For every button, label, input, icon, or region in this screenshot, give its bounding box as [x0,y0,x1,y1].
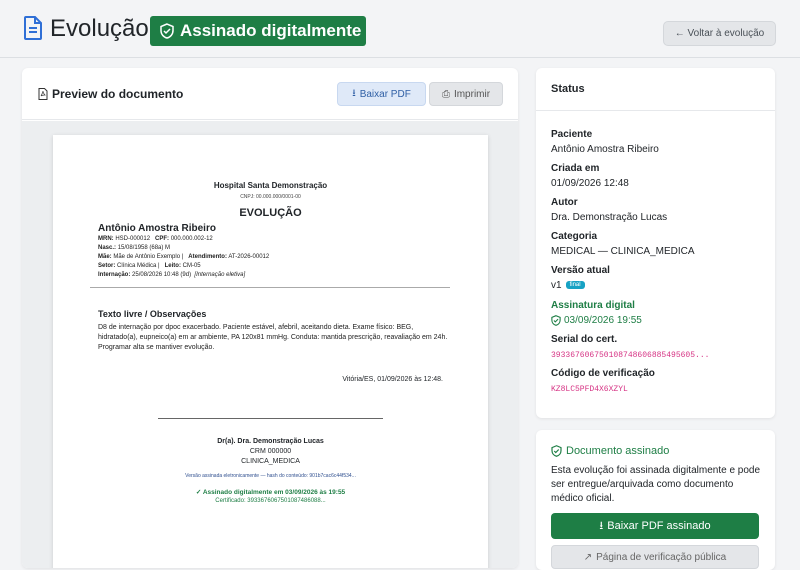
status-categoria: MEDICAL — CLINICA_MEDICA [551,246,695,257]
signed-document-card: Documento assinado Esta evolução foi ass… [536,430,775,570]
pdf-file-icon [38,87,48,100]
signed-card-title: Documento assinado [551,445,669,457]
doc-hospital: Hospital Santa Demonstração [213,181,328,190]
public-verification-label: Página de verificação pública [596,551,727,563]
status-autor: Dra. Demonstração Lucas [551,212,668,223]
doc-divider [90,287,450,288]
doc-signed-line: ✓ Assinado digitalmente em 03/09/2026 às… [195,489,346,496]
public-verification-button[interactable]: ↗ Página de verificação pública [551,545,759,569]
download-signed-pdf-button[interactable]: ⭳ Baixar PDF assinado [551,513,759,539]
signed-badge: Assinado digitalmente [150,16,366,46]
doc-signature-line [158,418,383,419]
doc-patient: Antônio Amostra Ribeiro [98,223,216,234]
preview-title: Preview do documento [52,86,184,101]
doc-crm: CRM 000000 [249,448,292,455]
doc-line-nasc: Nasc.: 15/08/1958 (68a) M [98,245,171,251]
preview-card: Preview do documento ⭳ Baixar PDF ⎙ Impr… [22,68,518,568]
preview-header: Preview do documento ⭳ Baixar PDF ⎙ Impr… [22,68,518,120]
status-title: Status [536,68,775,111]
shield-check-icon [160,23,174,39]
status-criada-label: Criada em [551,163,600,174]
doc-line-mae: Mãe: Mãe de Antônio Exemplo | Atendiment… [98,254,270,260]
doc-date-line: Vitória/ES, 01/09/2026 às 12:48. [342,376,443,383]
doc-specialty: CLINICA_MEDICA [241,458,300,465]
external-link-icon: ↗ [583,551,593,563]
status-codigo: KZ8LC5PFD4X6XZYL [551,385,628,394]
doc-cert-line: Certificado: 3933676067501087486088... [215,498,326,504]
status-codigo-label: Código de verificação [551,368,655,379]
signed-badge-label: Assinado digitalmente [180,21,362,40]
status-versao: v1 final [551,280,585,291]
download-signed-pdf-label: Baixar PDF assinado [607,520,711,532]
back-button[interactable]: ← Voltar à evolução [663,21,776,46]
preview-viewport[interactable]: Hospital Santa Demonstração CNPJ: 00.000… [22,121,518,568]
status-serial: 393367606750108748606885495605... [551,351,710,360]
download-icon: ⭳ [352,87,356,99]
status-paciente-label: Paciente [551,129,593,140]
page-header: Evolução Assinado digitalmente ← Voltar … [0,0,800,58]
print-button[interactable]: ⎙ Imprimir [429,82,503,106]
document-icon [24,16,42,40]
doc-signer: Dr(a). Dra. Demonstração Lucas [217,438,324,445]
document-page: Hospital Santa Demonstração CNPJ: 00.000… [53,135,488,568]
version-final-badge: final [565,281,585,290]
download-pdf-button[interactable]: ⭳ Baixar PDF [337,82,426,106]
doc-body-text: D8 de internação por dpoc exacerbado. Pa… [98,324,448,351]
status-categoria-label: Categoria [551,231,598,242]
doc-section-title: Texto livre / Observações [98,309,207,319]
shield-check-icon [551,445,562,457]
download-pdf-label: Baixar PDF [359,88,411,100]
status-assinatura: 03/09/2026 19:55 [551,315,642,326]
status-serial-label: Serial do cert. [551,334,618,345]
page-title: Evolução [50,15,149,42]
shield-check-icon [551,315,561,326]
doc-hash-line: Versão assinada eletronicamente — hash d… [185,473,356,479]
status-criada: 01/09/2026 12:48 [551,178,629,189]
doc-heading: EVOLUÇÃO [239,207,302,219]
doc-line-mrn: MRN: HSD-000012 CPF: 000.000.002-12 [98,236,213,242]
signed-card-title-label: Documento assinado [566,445,670,457]
signed-card-text: Esta evolução foi assinada digitalmente … [551,465,761,504]
version-value: v1 [551,280,562,291]
doc-cnpj: CNPJ: 00.000.000/0001-00 [240,194,301,200]
print-label: Imprimir [453,88,491,100]
status-paciente: Antônio Amostra Ribeiro [551,144,659,155]
signature-date: 03/09/2026 19:55 [564,315,642,326]
doc-line-internacao: Internação: 25/08/2026 10:48 (9d) [Inter… [98,272,246,278]
status-card: Status Paciente Antônio Amostra Ribeiro … [536,68,775,418]
status-assinatura-label: Assinatura digital [551,300,635,311]
status-versao-label: Versão atual [551,265,610,276]
status-autor-label: Autor [551,197,578,208]
download-icon: ⭳ [599,519,604,532]
printer-icon: ⎙ [441,88,450,100]
doc-line-setor: Setor: Clínica Médica | Leito: CM-05 [98,263,201,269]
